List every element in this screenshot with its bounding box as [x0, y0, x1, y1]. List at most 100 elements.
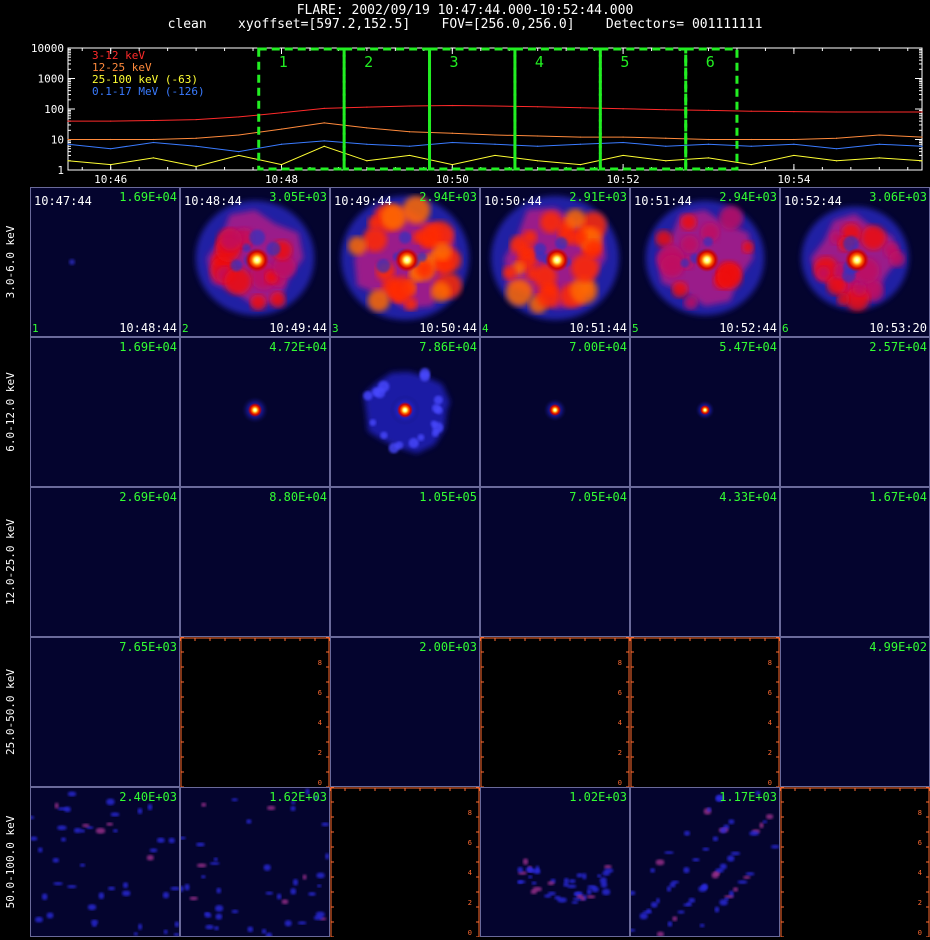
source-blob: [511, 261, 526, 276]
noise-blob: [290, 888, 297, 895]
noise-blob: [602, 871, 611, 876]
noise-blob: [37, 847, 43, 853]
empty-axis-label: 0: [918, 929, 922, 937]
source-blob: [216, 266, 233, 284]
empty-axis-label: 8: [618, 659, 622, 667]
noise-blob: [576, 894, 584, 899]
series-point: [409, 154, 411, 157]
noise-blob: [214, 926, 219, 931]
source-blob: [578, 227, 602, 251]
source-gap: [703, 236, 713, 247]
cell-background: [30, 487, 180, 637]
source-gap: [842, 269, 856, 283]
noise-blob: [57, 825, 67, 831]
noise-blob: [517, 880, 523, 884]
source-blob: [542, 281, 558, 297]
source-blob: [273, 255, 296, 279]
source-core-glow: [389, 394, 421, 426]
cell-border: [481, 638, 630, 787]
interval-end-label: 10:49:44: [269, 321, 327, 335]
noise-blob: [57, 807, 68, 811]
source-core: [245, 248, 269, 272]
image-cell: 0 2 4 6 8: [180, 637, 330, 787]
source-gap: [850, 263, 860, 273]
noise-blob: [67, 791, 77, 797]
source-blob: [420, 233, 436, 248]
interval-label: 3: [450, 53, 459, 71]
noise-blob: [174, 921, 180, 928]
source-halo-blob: [395, 441, 404, 450]
source-gap: [249, 249, 260, 260]
series-point: [579, 143, 582, 145]
source-blob: [889, 251, 906, 267]
empty-axis-label: 0: [468, 929, 472, 937]
source-blob: [210, 256, 237, 283]
series-point: [152, 157, 154, 159]
series-point: [793, 111, 795, 113]
interval-box: [513, 47, 602, 171]
cell-background: [180, 637, 330, 787]
noise-blob: [215, 913, 223, 920]
noise-blob: [770, 844, 780, 849]
source-core: [695, 248, 719, 272]
noise-blob: [618, 900, 627, 904]
noise-blob: [759, 822, 764, 829]
noise-blob: [46, 912, 54, 919]
interval-end-label: 10:53:20: [869, 321, 927, 335]
empty-axis-label: 2: [768, 749, 772, 757]
noise-blob: [683, 866, 690, 874]
noise-blob: [133, 932, 138, 936]
series-point: [494, 143, 496, 145]
source-blob: [559, 283, 584, 308]
series-point: [707, 143, 710, 145]
x-tick-label: 10:46: [94, 173, 127, 186]
image-cell: 3.06E+03 10:52:44 10:53:20 6: [780, 187, 930, 337]
source-gap: [266, 241, 281, 256]
source-blob: [380, 204, 407, 230]
series-point: [280, 112, 283, 114]
peak-flux-label: 1.69E+04: [119, 190, 177, 204]
source-blob: [657, 245, 685, 273]
image-cell: 7.65E+03: [30, 637, 180, 787]
noise-blob: [567, 884, 577, 889]
noise-blob: [196, 863, 207, 868]
energy-band-label: 3.0-6.0 keV: [4, 225, 17, 298]
source-halo-blob: [419, 367, 431, 379]
noise-blob: [189, 896, 198, 901]
source-blob: [565, 208, 586, 230]
source-core-glow: [543, 398, 567, 422]
cell-background: [630, 487, 780, 637]
peak-flux-label: 1.05E+05: [419, 490, 477, 504]
peak-flux-label: 7.00E+04: [569, 340, 627, 354]
noise-blob: [231, 909, 239, 914]
series-point: [878, 143, 880, 145]
source-blob: [416, 260, 433, 278]
source-gap: [392, 252, 401, 261]
noise-blob: [281, 899, 289, 905]
noise-blob: [706, 807, 712, 812]
noise-blob: [54, 802, 59, 809]
source-blob: [862, 280, 884, 302]
noise-blob: [204, 912, 210, 916]
series-point: [67, 160, 69, 162]
empty-axis-label: 2: [318, 749, 322, 757]
cell-border: [480, 187, 630, 337]
source-blob: [426, 221, 454, 249]
cell-background: [330, 637, 480, 787]
source-core: [549, 404, 561, 416]
source-gap: [555, 237, 568, 250]
noise-blob: [683, 830, 691, 836]
source-blob: [838, 236, 853, 252]
source-gap: [699, 250, 711, 262]
x-tick-label: 10:54: [777, 173, 810, 186]
source-blob: [577, 226, 593, 242]
peak-flux-label: 1.02E+03: [569, 790, 627, 804]
noise-blob: [671, 880, 680, 884]
peak-flux-label: 8.80E+04: [269, 490, 327, 504]
noise-blob: [201, 802, 207, 807]
energy-band-label: 50.0-100.0 keV: [4, 815, 17, 908]
source-blob: [509, 235, 529, 254]
noise-blob: [686, 901, 692, 906]
noise-blob: [603, 868, 614, 873]
interval-start-label: 10:50:44: [484, 194, 542, 208]
